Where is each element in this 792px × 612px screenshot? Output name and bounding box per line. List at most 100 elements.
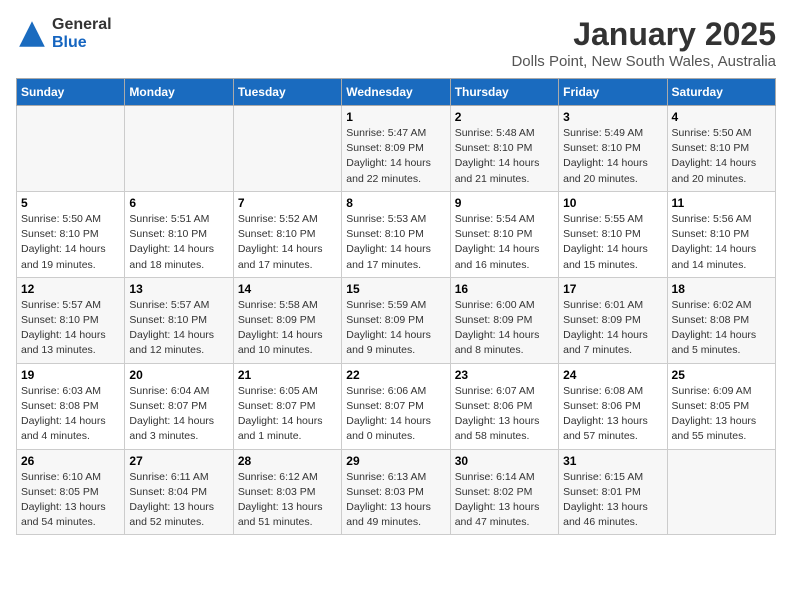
day-number: 6 <box>129 196 228 210</box>
page-header: General Blue January 2025 Dolls Point, N… <box>16 16 776 70</box>
cell-4-5: 31 Sunrise: 6:15 AM Sunset: 8:01 PM Dayli… <box>559 449 667 535</box>
day-info: Sunrise: 6:08 AM Sunset: 8:06 PM Dayligh… <box>563 384 662 445</box>
logo-text: General Blue <box>52 16 112 51</box>
calendar-body: 1 Sunrise: 5:47 AM Sunset: 8:09 PM Daylig… <box>17 106 776 535</box>
cell-1-1: 6 Sunrise: 5:51 AM Sunset: 8:10 PM Daylig… <box>125 191 233 277</box>
day-info: Sunrise: 5:53 AM Sunset: 8:10 PM Dayligh… <box>346 212 445 273</box>
cell-2-3: 15 Sunrise: 5:59 AM Sunset: 8:09 PM Dayli… <box>342 277 450 363</box>
day-number: 15 <box>346 282 445 296</box>
day-number: 29 <box>346 454 445 468</box>
cell-4-2: 28Sunrise: 6:12 AM Sunset: 8:03 PM Dayli… <box>233 449 341 535</box>
day-info: Sunrise: 5:55 AM Sunset: 8:10 PM Dayligh… <box>563 212 662 273</box>
day-info: Sunrise: 6:13 AM Sunset: 8:03 PM Dayligh… <box>346 470 445 531</box>
logo-icon <box>16 18 48 50</box>
cell-1-6: 11 Sunrise: 5:56 AM Sunset: 8:10 PM Dayli… <box>667 191 775 277</box>
day-number: 31 <box>563 454 662 468</box>
day-number: 18 <box>672 282 771 296</box>
week-row-1: 1 Sunrise: 5:47 AM Sunset: 8:09 PM Daylig… <box>17 106 776 192</box>
day-info: Sunrise: 5:49 AM Sunset: 8:10 PM Dayligh… <box>563 126 662 187</box>
day-info: Sunrise: 5:50 AM Sunset: 8:10 PM Dayligh… <box>672 126 771 187</box>
day-number: 22 <box>346 368 445 382</box>
week-row-5: 26Sunrise: 6:10 AM Sunset: 8:05 PM Dayli… <box>17 449 776 535</box>
day-number: 16 <box>455 282 554 296</box>
day-number: 19 <box>21 368 120 382</box>
day-info: Sunrise: 5:57 AM Sunset: 8:10 PM Dayligh… <box>129 298 228 359</box>
calendar-header: SundayMondayTuesdayWednesdayThursdayFrid… <box>17 79 776 106</box>
day-info: Sunrise: 6:03 AM Sunset: 8:08 PM Dayligh… <box>21 384 120 445</box>
cell-2-5: 17Sunrise: 6:01 AM Sunset: 8:09 PM Dayli… <box>559 277 667 363</box>
day-number: 26 <box>21 454 120 468</box>
day-number: 3 <box>563 110 662 124</box>
day-number: 9 <box>455 196 554 210</box>
cell-0-1 <box>125 106 233 192</box>
day-info: Sunrise: 5:54 AM Sunset: 8:10 PM Dayligh… <box>455 212 554 273</box>
day-info: Sunrise: 6:15 AM Sunset: 8:01 PM Dayligh… <box>563 470 662 531</box>
day-info: Sunrise: 6:06 AM Sunset: 8:07 PM Dayligh… <box>346 384 445 445</box>
day-number: 17 <box>563 282 662 296</box>
header-monday: Monday <box>125 79 233 106</box>
cell-2-6: 18Sunrise: 6:02 AM Sunset: 8:08 PM Dayli… <box>667 277 775 363</box>
day-number: 13 <box>129 282 228 296</box>
day-number: 23 <box>455 368 554 382</box>
calendar-title: January 2025 <box>511 16 776 53</box>
logo-general: General <box>52 16 112 34</box>
day-number: 1 <box>346 110 445 124</box>
header-saturday: Saturday <box>667 79 775 106</box>
day-number: 12 <box>21 282 120 296</box>
cell-1-3: 8Sunrise: 5:53 AM Sunset: 8:10 PM Daylig… <box>342 191 450 277</box>
day-number: 30 <box>455 454 554 468</box>
day-number: 5 <box>21 196 120 210</box>
day-number: 4 <box>672 110 771 124</box>
day-info: Sunrise: 6:12 AM Sunset: 8:03 PM Dayligh… <box>238 470 337 531</box>
day-info: Sunrise: 5:51 AM Sunset: 8:10 PM Dayligh… <box>129 212 228 273</box>
header-tuesday: Tuesday <box>233 79 341 106</box>
day-number: 10 <box>563 196 662 210</box>
day-number: 11 <box>672 196 771 210</box>
cell-3-1: 20 Sunrise: 6:04 AM Sunset: 8:07 PM Dayli… <box>125 363 233 449</box>
day-number: 25 <box>672 368 771 382</box>
day-info: Sunrise: 5:50 AM Sunset: 8:10 PM Dayligh… <box>21 212 120 273</box>
cell-3-5: 24Sunrise: 6:08 AM Sunset: 8:06 PM Dayli… <box>559 363 667 449</box>
day-info: Sunrise: 6:09 AM Sunset: 8:05 PM Dayligh… <box>672 384 771 445</box>
day-info: Sunrise: 6:07 AM Sunset: 8:06 PM Dayligh… <box>455 384 554 445</box>
day-info: Sunrise: 6:14 AM Sunset: 8:02 PM Dayligh… <box>455 470 554 531</box>
cell-1-0: 5 Sunrise: 5:50 AM Sunset: 8:10 PM Daylig… <box>17 191 125 277</box>
day-info: Sunrise: 5:47 AM Sunset: 8:09 PM Dayligh… <box>346 126 445 187</box>
cell-4-3: 29 Sunrise: 6:13 AM Sunset: 8:03 PM Dayli… <box>342 449 450 535</box>
header-friday: Friday <box>559 79 667 106</box>
day-info: Sunrise: 6:04 AM Sunset: 8:07 PM Dayligh… <box>129 384 228 445</box>
cell-4-1: 27Sunrise: 6:11 AM Sunset: 8:04 PM Dayli… <box>125 449 233 535</box>
day-info: Sunrise: 5:58 AM Sunset: 8:09 PM Dayligh… <box>238 298 337 359</box>
cell-3-0: 19 Sunrise: 6:03 AM Sunset: 8:08 PM Dayli… <box>17 363 125 449</box>
day-number: 21 <box>238 368 337 382</box>
calendar-subtitle: Dolls Point, New South Wales, Australia <box>511 53 776 70</box>
day-number: 2 <box>455 110 554 124</box>
cell-3-4: 23 Sunrise: 6:07 AM Sunset: 8:06 PM Dayli… <box>450 363 558 449</box>
cell-0-4: 2Sunrise: 5:48 AM Sunset: 8:10 PM Daylig… <box>450 106 558 192</box>
logo: General Blue <box>16 16 112 51</box>
calendar-table: SundayMondayTuesdayWednesdayThursdayFrid… <box>16 78 776 535</box>
day-info: Sunrise: 6:05 AM Sunset: 8:07 PM Dayligh… <box>238 384 337 445</box>
cell-2-0: 12Sunrise: 5:57 AM Sunset: 8:10 PM Dayli… <box>17 277 125 363</box>
cell-0-2 <box>233 106 341 192</box>
logo-blue: Blue <box>52 34 112 52</box>
cell-3-2: 21 Sunrise: 6:05 AM Sunset: 8:07 PM Dayli… <box>233 363 341 449</box>
title-block: January 2025 Dolls Point, New South Wale… <box>511 16 776 70</box>
header-sunday: Sunday <box>17 79 125 106</box>
cell-0-3: 1 Sunrise: 5:47 AM Sunset: 8:09 PM Daylig… <box>342 106 450 192</box>
day-number: 20 <box>129 368 228 382</box>
day-number: 7 <box>238 196 337 210</box>
day-info: Sunrise: 5:56 AM Sunset: 8:10 PM Dayligh… <box>672 212 771 273</box>
header-wednesday: Wednesday <box>342 79 450 106</box>
day-info: Sunrise: 5:52 AM Sunset: 8:10 PM Dayligh… <box>238 212 337 273</box>
day-info: Sunrise: 6:11 AM Sunset: 8:04 PM Dayligh… <box>129 470 228 531</box>
cell-2-2: 14Sunrise: 5:58 AM Sunset: 8:09 PM Dayli… <box>233 277 341 363</box>
cell-4-0: 26Sunrise: 6:10 AM Sunset: 8:05 PM Dayli… <box>17 449 125 535</box>
week-row-2: 5 Sunrise: 5:50 AM Sunset: 8:10 PM Daylig… <box>17 191 776 277</box>
week-row-4: 19 Sunrise: 6:03 AM Sunset: 8:08 PM Dayli… <box>17 363 776 449</box>
day-info: Sunrise: 5:59 AM Sunset: 8:09 PM Dayligh… <box>346 298 445 359</box>
cell-2-4: 16Sunrise: 6:00 AM Sunset: 8:09 PM Dayli… <box>450 277 558 363</box>
cell-0-6: 4 Sunrise: 5:50 AM Sunset: 8:10 PM Daylig… <box>667 106 775 192</box>
cell-0-0 <box>17 106 125 192</box>
cell-1-4: 9 Sunrise: 5:54 AM Sunset: 8:10 PM Daylig… <box>450 191 558 277</box>
